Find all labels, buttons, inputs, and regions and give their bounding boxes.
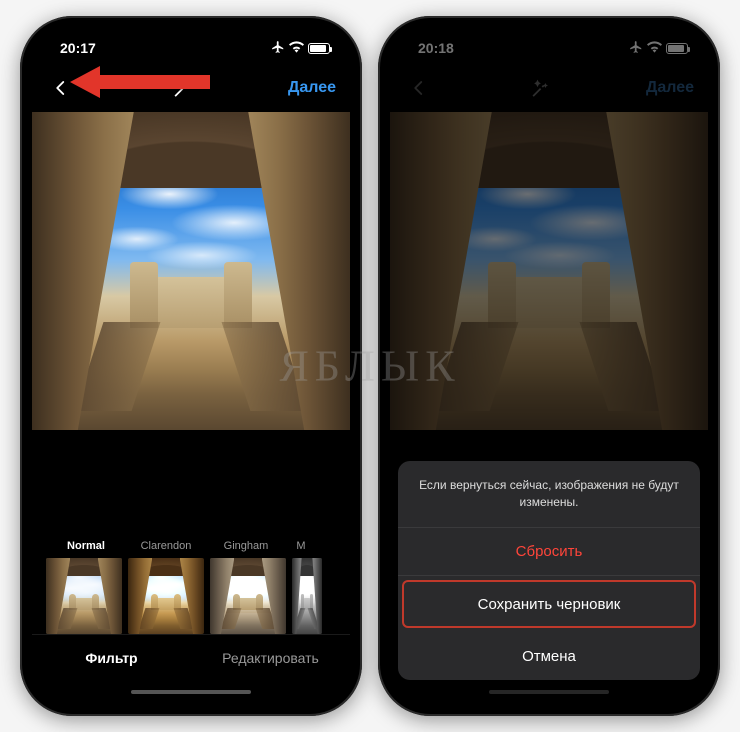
wifi-icon — [289, 40, 304, 56]
filter-thumb-clarendon[interactable] — [128, 558, 204, 634]
action-sheet: Если вернуться сейчас, изображения не бу… — [398, 461, 700, 680]
filter-label-gingham: Gingham — [206, 540, 286, 552]
filter-label-partial: M — [286, 540, 316, 552]
battery-icon — [308, 43, 330, 54]
status-time: 20:17 — [60, 40, 96, 56]
notch — [111, 28, 271, 54]
filter-label-clarendon: Clarendon — [126, 540, 206, 552]
filter-thumb-partial[interactable] — [292, 558, 322, 634]
tab-edit[interactable]: Редактировать — [191, 635, 350, 680]
filter-thumbs[interactable] — [32, 558, 350, 634]
filter-thumb-gingham[interactable] — [210, 558, 286, 634]
photo-content — [32, 112, 350, 430]
photo-preview[interactable] — [32, 112, 350, 430]
filter-label-normal: Normal — [46, 540, 126, 552]
phone-left: 20:17 Далее — [20, 16, 362, 716]
sheet-save-draft-button[interactable]: Сохранить черновик — [402, 580, 696, 628]
filter-thumb-normal[interactable] — [46, 558, 122, 634]
magic-wand-button[interactable] — [167, 73, 197, 103]
next-button[interactable]: Далее — [288, 79, 336, 97]
notch — [469, 28, 629, 54]
editor-nav-bar: Далее — [32, 68, 350, 108]
sheet-message: Если вернуться сейчас, изображения не бу… — [398, 461, 700, 528]
tab-filter[interactable]: Фильтр — [32, 635, 191, 680]
home-indicator[interactable] — [32, 680, 350, 704]
sheet-cancel-button[interactable]: Отмена — [398, 632, 700, 680]
phone-right: 20:18 Далее — [378, 16, 720, 716]
back-button[interactable] — [46, 73, 76, 103]
sheet-discard-button[interactable]: Сбросить — [398, 528, 700, 576]
filter-strip: Normal Clarendon Gingham M — [32, 430, 350, 634]
mode-tabs: Фильтр Редактировать — [32, 634, 350, 680]
airplane-icon — [271, 40, 285, 57]
